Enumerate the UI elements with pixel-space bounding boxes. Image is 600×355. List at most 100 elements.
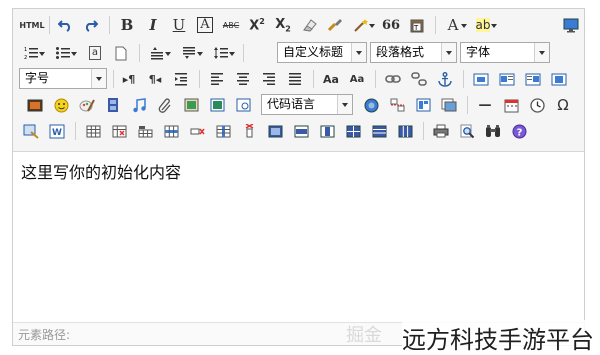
- gmap-button[interactable]: [233, 95, 253, 115]
- indent-button[interactable]: [171, 69, 191, 89]
- customstyle-select[interactable]: 自定义标题: [277, 42, 367, 63]
- watermark-text: 远方科技手游平台: [402, 320, 594, 355]
- split-cols-icon: [398, 125, 412, 137]
- image-right-button[interactable]: [523, 69, 543, 89]
- link-button[interactable]: [383, 69, 403, 89]
- merge-right-button[interactable]: [291, 121, 311, 141]
- anchor-button[interactable]: [435, 69, 455, 89]
- split-rows-button[interactable]: [369, 121, 389, 141]
- autotypeset-button[interactable]: [351, 15, 375, 35]
- toolbar-separator: [435, 16, 436, 34]
- simple-upload-button[interactable]: [25, 95, 45, 115]
- blank-page-button[interactable]: [111, 43, 131, 63]
- merge-cells-button[interactable]: [265, 121, 285, 141]
- backcolor-button[interactable]: ab: [473, 15, 497, 35]
- redo-button[interactable]: [81, 15, 101, 35]
- emotion-button[interactable]: [51, 95, 71, 115]
- font-up-icon: Aa: [323, 72, 339, 86]
- superscript-button[interactable]: X2: [247, 15, 267, 35]
- fontfamily-select[interactable]: 字体: [460, 42, 550, 63]
- insert-paragraph-before-table-button[interactable]: [135, 121, 155, 141]
- pagebreak-button[interactable]: [387, 95, 407, 115]
- justify-right-button[interactable]: [259, 69, 279, 89]
- image-left-button[interactable]: [497, 69, 517, 89]
- format-painter-button[interactable]: [325, 15, 345, 35]
- pasteplain-button[interactable]: T: [407, 15, 427, 35]
- help-button[interactable]: ?: [509, 121, 529, 141]
- blank-page-icon: [115, 46, 127, 60]
- frame-icon: [184, 98, 198, 112]
- svg-text:W: W: [52, 128, 62, 138]
- scrawl-button[interactable]: [77, 95, 97, 115]
- insert-frame-button[interactable]: [181, 95, 201, 115]
- ordered-list-button[interactable]: 12: [21, 43, 45, 63]
- snapscreen-button[interactable]: [21, 121, 41, 141]
- delete-col-icon: [245, 124, 253, 138]
- attachment-button[interactable]: [155, 95, 175, 115]
- template-button[interactable]: [413, 95, 433, 115]
- split-cells-button[interactable]: [343, 121, 363, 141]
- forecolor-button[interactable]: A: [443, 15, 467, 35]
- fontsize-select[interactable]: 字号: [19, 68, 107, 89]
- map-button[interactable]: [361, 95, 381, 115]
- insert-table-button[interactable]: [83, 121, 103, 141]
- time-button[interactable]: [527, 95, 547, 115]
- wordimage-button[interactable]: [207, 95, 227, 115]
- blockquote-button[interactable]: 66: [381, 15, 401, 35]
- rowspacing-top-icon: [151, 47, 163, 60]
- source-html-button[interactable]: HTML: [19, 15, 45, 35]
- delete-table-button[interactable]: [109, 121, 129, 141]
- direction-ltr-button[interactable]: ▸¶: [119, 69, 139, 89]
- merge-down-button[interactable]: [317, 121, 337, 141]
- rowspacing-bottom-button[interactable]: [179, 43, 203, 63]
- justify-full-button[interactable]: [285, 69, 305, 89]
- editor-content-area[interactable]: 这里写你的初始化内容: [21, 159, 181, 183]
- unlink-button[interactable]: [409, 69, 429, 89]
- undo-button[interactable]: [55, 15, 75, 35]
- rowspacing-top-button[interactable]: [147, 43, 171, 63]
- paragraph-select[interactable]: 段落格式: [370, 42, 457, 63]
- font-size-up-button[interactable]: Aa: [321, 69, 341, 89]
- search-replace-button[interactable]: [483, 121, 503, 141]
- svg-text:T: T: [413, 24, 419, 32]
- fontfamily-value: 字体: [466, 45, 491, 59]
- wordpaste-button[interactable]: W: [47, 121, 67, 141]
- insertcode-button[interactable]: a: [85, 43, 105, 63]
- insert-row-button[interactable]: [161, 121, 181, 141]
- justify-left-button[interactable]: [207, 69, 227, 89]
- italic-button[interactable]: I: [143, 15, 163, 35]
- print-button[interactable]: [431, 121, 451, 141]
- undo-icon: [58, 20, 71, 32]
- date-button[interactable]: [501, 95, 521, 115]
- insert-col-button[interactable]: [213, 121, 233, 141]
- music-button[interactable]: [129, 95, 149, 115]
- fullscreen-button[interactable]: [561, 15, 581, 35]
- insert-video-button[interactable]: [103, 95, 123, 115]
- image-left-icon: [499, 73, 515, 85]
- image-center-button[interactable]: [549, 69, 569, 89]
- delete-row-button[interactable]: [187, 121, 207, 141]
- toolbar-separator: [109, 16, 110, 34]
- font-size-down-button[interactable]: Aa: [347, 69, 367, 89]
- fontborder-button[interactable]: A: [195, 15, 215, 35]
- lineheight-button[interactable]: [211, 43, 235, 63]
- help-icon: ?: [512, 124, 526, 138]
- eraser-button[interactable]: [299, 15, 319, 35]
- underline-button[interactable]: U: [169, 15, 189, 35]
- template-icon: [416, 98, 430, 112]
- split-cols-button[interactable]: [395, 121, 415, 141]
- horizontal-rule-button[interactable]: —: [475, 95, 495, 115]
- strikethrough-button[interactable]: ABC: [221, 15, 241, 35]
- justify-center-button[interactable]: [233, 69, 253, 89]
- special-chars-button[interactable]: Ω: [553, 95, 573, 115]
- delete-col-button[interactable]: [239, 121, 259, 141]
- subscript-button[interactable]: X2: [273, 15, 293, 35]
- direction-rtl-button[interactable]: ¶◂: [145, 69, 165, 89]
- preview-button[interactable]: [457, 121, 477, 141]
- toolbar-separator: [75, 122, 76, 140]
- background-button[interactable]: [439, 95, 459, 115]
- bold-button[interactable]: B: [117, 15, 137, 35]
- unordered-list-button[interactable]: [53, 43, 77, 63]
- image-none-button[interactable]: [471, 69, 491, 89]
- code-language-select[interactable]: 代码语言: [261, 94, 353, 115]
